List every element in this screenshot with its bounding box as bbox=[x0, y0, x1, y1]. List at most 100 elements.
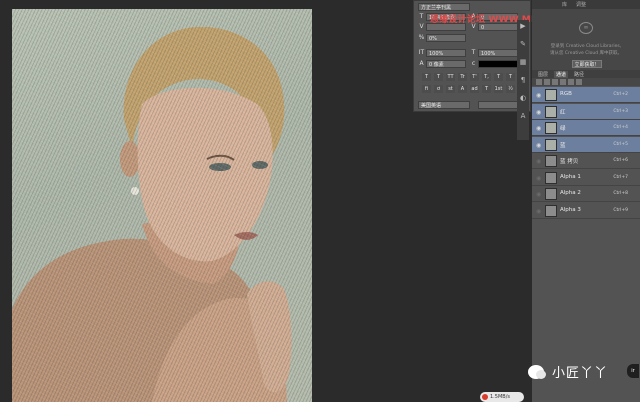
channel-thumbnail bbox=[545, 89, 557, 101]
swash-button[interactable]: A bbox=[458, 85, 467, 93]
corner-badge: ir bbox=[627, 364, 639, 378]
horizontal-scale-field[interactable]: 100% bbox=[478, 49, 518, 57]
panel-dock-strip: ▶ ✎ ▦ ¶ ◐ A bbox=[517, 20, 529, 140]
visibility-eye-icon[interactable]: ◉ bbox=[536, 158, 541, 165]
small-caps-button[interactable]: Tr bbox=[458, 73, 467, 81]
ordinals-button[interactable]: 1st bbox=[494, 85, 503, 93]
channel-name: RGB bbox=[560, 91, 572, 97]
visibility-eye-icon[interactable]: ◉ bbox=[536, 175, 541, 182]
brush-icon[interactable]: ✎ bbox=[517, 38, 529, 50]
channel-name: Alpha 2 bbox=[560, 190, 581, 196]
libraries-panel: 库 调整 ∞ 登录到 Creative Cloud Libraries, 请从您… bbox=[532, 0, 640, 70]
contextual-alternates-button[interactable]: ơ bbox=[434, 85, 443, 93]
superscript-button[interactable]: T' bbox=[470, 73, 479, 81]
visibility-eye-icon[interactable]: ◉ bbox=[536, 208, 541, 215]
channels-toolbar bbox=[532, 78, 640, 86]
stylistic-alternates-button[interactable]: ad bbox=[470, 85, 479, 93]
baseline-field[interactable]: 0 像素 bbox=[426, 60, 466, 68]
libraries-message-1: 登录到 Creative Cloud Libraries, bbox=[550, 44, 622, 49]
channel-shortcut: Ctrl+2 bbox=[613, 92, 628, 97]
channel-name: 蓝 bbox=[560, 142, 566, 149]
visibility-eye-icon[interactable]: ◉ bbox=[536, 191, 541, 198]
paragraph-icon[interactable]: ¶ bbox=[517, 74, 529, 86]
channel-row[interactable]: ◉ Alpha 1 Ctrl+7 bbox=[532, 170, 640, 186]
channel-row[interactable]: ◉ 蓝 拷贝 Ctrl+6 bbox=[532, 153, 640, 169]
visibility-eye-icon[interactable]: ◉ bbox=[536, 109, 541, 116]
channel-mask-icon[interactable] bbox=[568, 79, 574, 85]
channels-panel: 图层 通道 路径 ◉ RGB Ctrl+2 ◉ 红 Ctrl+3 ◉ 绿 Ctrl+4 ◉ 蓝 Ctr… bbox=[532, 70, 640, 402]
visibility-eye-icon[interactable]: ◉ bbox=[536, 142, 541, 149]
scale-percent-row: % 0% bbox=[418, 34, 526, 43]
channels-tabbar: 图层 通道 路径 bbox=[532, 70, 640, 78]
new-channel-icon[interactable] bbox=[552, 79, 558, 85]
copy-channel-icon[interactable] bbox=[560, 79, 566, 85]
channel-name: Alpha 3 bbox=[560, 206, 581, 213]
channel-thumbnail bbox=[545, 105, 557, 118]
libraries-tabbar: 库 调整 bbox=[532, 0, 640, 9]
text-color-swatch[interactable] bbox=[478, 60, 518, 68]
antialias-dropdown[interactable] bbox=[478, 101, 518, 109]
vertical-scale-field[interactable]: 100% bbox=[426, 49, 466, 57]
discretionary-ligatures-button[interactable]: st bbox=[446, 85, 455, 93]
channel-thumbnail bbox=[545, 188, 557, 200]
swatches-icon[interactable]: ▦ bbox=[517, 56, 529, 68]
tab-libraries[interactable]: 库 bbox=[562, 1, 567, 8]
font-family-dropdown[interactable]: 方正兰亭刊黑_ bbox=[418, 3, 470, 11]
delete-channel-icon[interactable] bbox=[576, 79, 582, 85]
tab-layers[interactable]: 图层 bbox=[536, 71, 550, 78]
kerning-icon: V bbox=[419, 23, 424, 30]
wechat-account-name: 小匠丫丫 bbox=[552, 366, 609, 381]
all-caps-button[interactable]: TT bbox=[446, 73, 455, 81]
ligatures-button[interactable]: fi bbox=[422, 85, 431, 93]
tab-adjustments[interactable]: 调整 bbox=[576, 1, 586, 8]
creative-cloud-icon: ∞ bbox=[579, 22, 593, 34]
channel-thumbnail bbox=[545, 171, 557, 184]
channel-name: 红 bbox=[560, 109, 566, 116]
channel-row[interactable]: ◉ Alpha 3 Ctrl+9 bbox=[532, 203, 640, 219]
subscript-button[interactable]: T, bbox=[482, 73, 491, 81]
get-started-button[interactable]: 立即获取！ bbox=[572, 60, 602, 68]
language-row: 美国英语 bbox=[418, 101, 526, 110]
document-canvas[interactable] bbox=[12, 9, 312, 402]
vertical-scale-icon: IT bbox=[418, 49, 425, 56]
faux-italic-button[interactable]: T bbox=[434, 73, 443, 81]
channel-row[interactable]: ◉ 绿 Ctrl+4 bbox=[532, 120, 640, 136]
fractions-button[interactable]: ½ bbox=[506, 85, 515, 93]
channel-shortcut: Ctrl+3 bbox=[613, 108, 628, 114]
horizontal-scale-icon: T bbox=[471, 49, 476, 56]
adjust-icon[interactable]: ◐ bbox=[517, 92, 529, 104]
visibility-eye-icon[interactable]: ◉ bbox=[536, 125, 541, 132]
faux-bold-button[interactable]: T bbox=[422, 73, 431, 81]
tab-channels[interactable]: 通道 bbox=[554, 71, 569, 78]
strikethrough-button[interactable]: T bbox=[506, 73, 515, 81]
network-speed-indicator: 1.5MB/s bbox=[480, 392, 524, 402]
channel-shortcut: Ctrl+9 bbox=[613, 207, 628, 213]
channel-shortcut: Ctrl+7 bbox=[613, 174, 628, 180]
underline-button[interactable]: T bbox=[494, 73, 503, 81]
tab-paths[interactable]: 路径 bbox=[572, 71, 586, 78]
channel-name: 蓝 拷贝 bbox=[560, 159, 579, 165]
channel-thumbnail bbox=[545, 204, 557, 217]
channel-thumbnail bbox=[545, 122, 557, 134]
language-dropdown[interactable]: 美国英语 bbox=[418, 101, 470, 109]
channel-row[interactable]: ◉ 红 Ctrl+3 bbox=[532, 103, 640, 120]
portrait-image bbox=[12, 26, 292, 402]
channel-shortcut: Ctrl+4 bbox=[613, 125, 628, 130]
channel-row[interactable]: ◉ Alpha 2 Ctrl+8 bbox=[532, 186, 640, 202]
channel-row[interactable]: ◉ RGB Ctrl+2 bbox=[532, 87, 640, 103]
font-size-icon: T bbox=[419, 13, 424, 20]
play-icon[interactable]: ▶ bbox=[517, 20, 529, 32]
tracking-percent-field[interactable]: 0% bbox=[426, 34, 466, 42]
baseline-icon: A bbox=[419, 60, 424, 67]
type-icon[interactable]: A bbox=[517, 110, 529, 122]
load-selection-icon[interactable] bbox=[536, 79, 542, 85]
channel-shortcut: Ctrl+5 bbox=[613, 141, 628, 147]
scale-row: IT 100% T 100% bbox=[418, 49, 526, 58]
channel-shortcut: Ctrl+8 bbox=[613, 191, 628, 196]
visibility-eye-icon[interactable]: ◉ bbox=[536, 92, 541, 99]
channel-name: 绿 bbox=[560, 126, 566, 132]
font-family-row: 方正兰亭刊黑_ bbox=[418, 3, 526, 12]
titling-alternates-button[interactable]: T bbox=[482, 85, 491, 93]
channel-row[interactable]: ◉ 蓝 Ctrl+5 bbox=[532, 136, 640, 153]
save-selection-icon[interactable] bbox=[544, 79, 550, 85]
